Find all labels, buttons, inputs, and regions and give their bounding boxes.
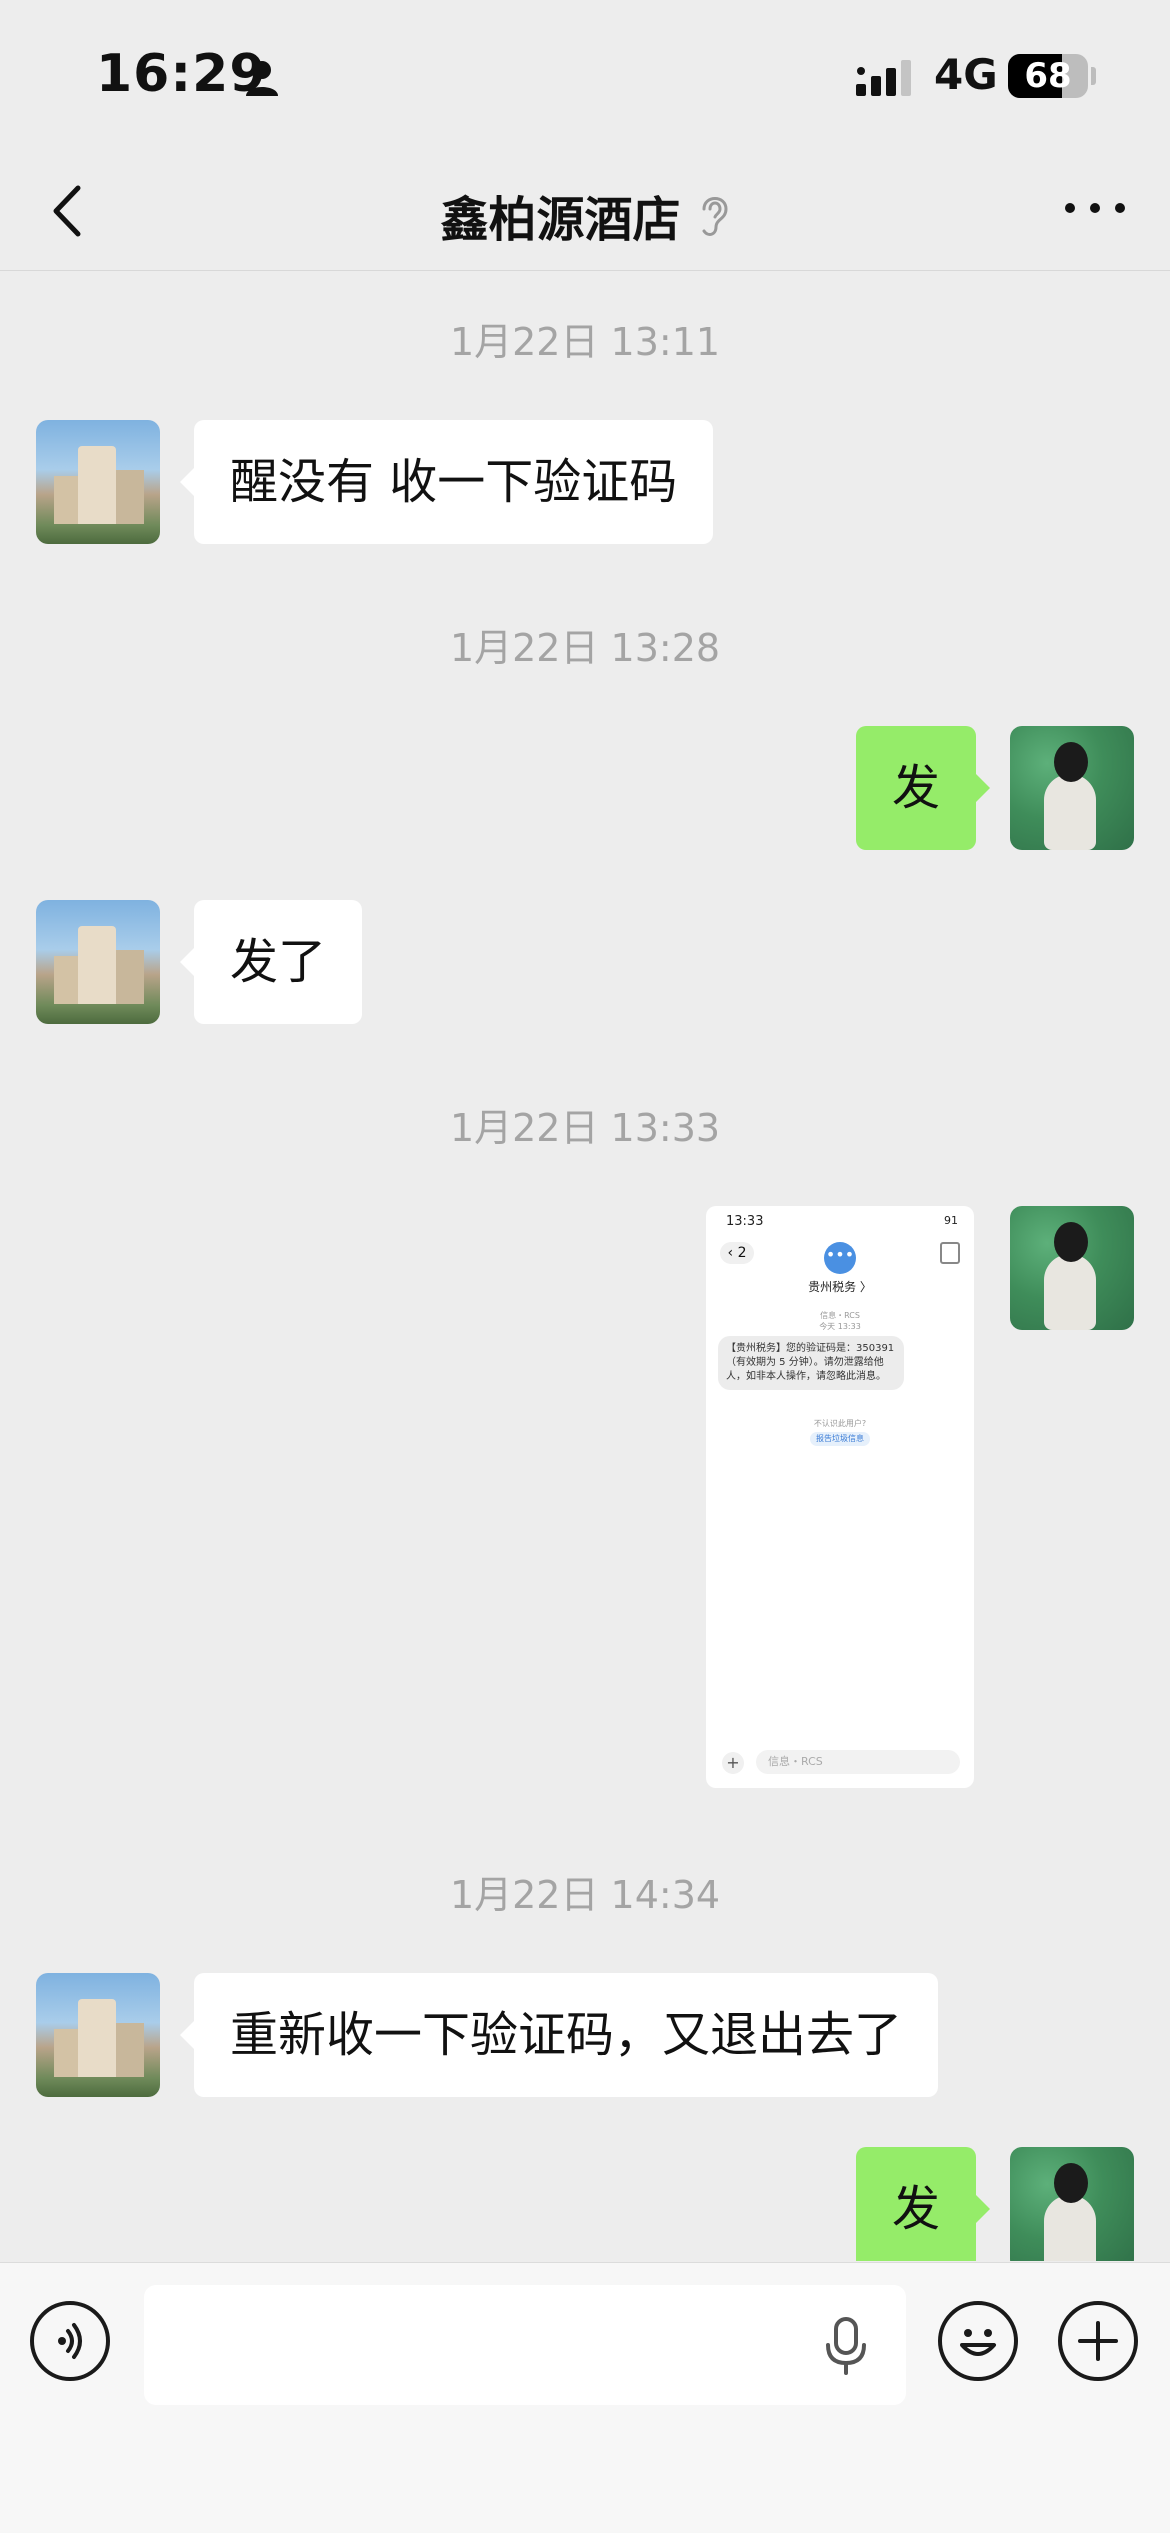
screenshot-time: 13:33 (726, 1214, 764, 1229)
battery-level: 68 (1024, 56, 1072, 96)
screenshot-input: 信息・RCS (756, 1750, 960, 1774)
contact-avatar[interactable] (36, 1973, 160, 2097)
status-bar: 16:29 4G 68 (0, 0, 1170, 150)
mic-icon[interactable] (824, 2317, 868, 2375)
my-avatar[interactable] (1010, 2147, 1134, 2261)
outgoing-message[interactable]: 发 (855, 726, 991, 850)
chat-header: 鑫柏源酒店 (0, 150, 1170, 271)
screenshot-question: 不认识此用户? (813, 1419, 867, 1428)
status-time: 16:29 (96, 44, 267, 104)
message-timestamp: 1月22日 13:33 (449, 1106, 721, 1150)
image-message[interactable]: 13:33 91 ‹ 2 ••• 贵州税务 〉 信息・RCS 今天 13:33 … (706, 1206, 974, 1788)
outgoing-message[interactable]: 发 (855, 2147, 991, 2261)
battery-indicator: 68 (1008, 54, 1088, 98)
message-input[interactable] (144, 2285, 906, 2405)
my-avatar[interactable] (1010, 1206, 1134, 1330)
my-avatar[interactable] (1010, 726, 1134, 850)
emoji-icon[interactable] (938, 2301, 1018, 2381)
input-bar (0, 2262, 1170, 2533)
screenshot-battery: 91 (944, 1214, 958, 1227)
plus-icon[interactable] (1058, 2301, 1138, 2381)
message-timestamp: 1月22日 13:28 (449, 626, 721, 670)
ear-icon (702, 197, 728, 236)
contact-avatar[interactable] (36, 420, 160, 544)
incoming-message[interactable]: 重新收一下验证码，又退出去了 (179, 1973, 939, 2097)
incoming-message[interactable]: 醒没有 收一下验证码 (179, 420, 714, 544)
signal-icon (856, 60, 911, 96)
message-list[interactable]: 1月22日 13:11 醒没有 收一下验证码 1月22日 13:28 发 发了 … (0, 271, 1170, 2261)
screenshot-sender-avatar: ••• (824, 1242, 856, 1274)
message-timestamp: 1月22日 13:11 (449, 320, 721, 364)
screenshot-report-button: 报告垃圾信息 (810, 1432, 870, 1446)
screenshot-sms-text: 【贵州税务】您的验证码是：350391（有效期为 5 分钟）。请勿泄露给他人，如… (718, 1336, 904, 1390)
chat-title: 鑫柏源酒店 (440, 192, 681, 248)
incoming-message[interactable]: 发了 (179, 900, 363, 1024)
voice-icon[interactable] (30, 2301, 110, 2381)
screenshot-note-icon (940, 1242, 960, 1264)
person-icon (246, 61, 278, 96)
screenshot-subtitle: 信息・RCS 今天 13:33 (819, 1311, 861, 1331)
screenshot-back-button: ‹ 2 (720, 1242, 754, 1264)
more-dots-icon[interactable] (1060, 188, 1130, 228)
screenshot-plus-icon: + (722, 1752, 744, 1774)
screenshot-sender: 贵州税务 〉 (808, 1280, 872, 1294)
contact-avatar[interactable] (36, 900, 160, 1024)
network-label: 4G (934, 50, 998, 99)
battery-tip (1091, 67, 1096, 85)
message-timestamp: 1月22日 14:34 (449, 1873, 721, 1917)
